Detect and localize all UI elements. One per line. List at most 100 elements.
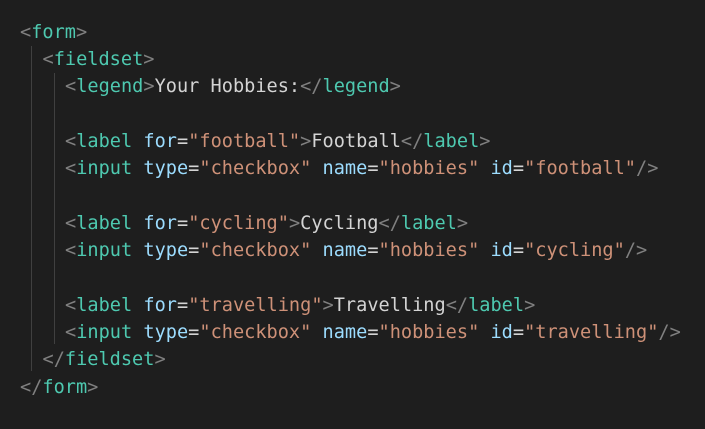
code-token-punc: < xyxy=(65,158,77,179)
code-token-punc: > xyxy=(389,76,401,97)
code-token-ws xyxy=(479,322,490,343)
code-line[interactable]: <label for="travelling">Travelling</labe… xyxy=(65,292,535,319)
code-token-eq: = xyxy=(512,240,525,261)
code-token-eq: = xyxy=(512,322,525,343)
code-token-punc: < xyxy=(65,131,77,152)
code-token-attr: type xyxy=(143,158,189,179)
code-token-eq: = xyxy=(367,158,379,179)
code-token-str: "checkbox" xyxy=(199,322,312,343)
code-token-str: "hobbies" xyxy=(378,322,480,343)
code-token-tag: fieldset xyxy=(64,349,155,370)
code-token-punc: < xyxy=(65,240,77,261)
code-token-eq: = xyxy=(367,322,379,343)
code-token-attr: for xyxy=(143,131,177,152)
code-token-attr: id xyxy=(490,158,513,179)
code-token-punc: /> xyxy=(624,240,648,261)
code-token-ws xyxy=(479,240,490,261)
code-line[interactable]: <label for="cycling">Cycling</label> xyxy=(65,210,468,237)
code-line[interactable]: <form> xyxy=(20,19,87,46)
code-token-ws xyxy=(132,322,143,343)
code-token-punc: > xyxy=(524,295,536,316)
code-token-eq: = xyxy=(176,213,189,234)
indent-guide-form xyxy=(31,46,32,371)
code-token-eq: = xyxy=(188,158,200,179)
code-editor[interactable]: <form> <fieldset> <legend>Your Hobbies:</l… xyxy=(0,0,705,429)
code-line[interactable]: <label for="football">Football</label> xyxy=(65,128,490,155)
code-token-str: "checkbox" xyxy=(199,158,312,179)
code-line[interactable]: <input type="checkbox" name="hobbies" id… xyxy=(65,319,681,346)
code-token-attr: name xyxy=(322,322,368,343)
code-token-attr: type xyxy=(143,240,189,261)
code-token-tag: legend xyxy=(322,76,390,97)
code-token-punc: </ xyxy=(20,377,43,398)
code-token-txt: Football xyxy=(311,131,401,152)
code-token-attr: for xyxy=(143,213,177,234)
code-token-attr: type xyxy=(143,322,189,343)
code-token-punc: < xyxy=(65,76,77,97)
code-line[interactable]: <fieldset> xyxy=(43,46,155,73)
code-line[interactable]: </form> xyxy=(20,374,98,401)
code-token-tag: label xyxy=(76,295,133,316)
code-token-ws xyxy=(132,158,143,179)
code-token-attr: id xyxy=(490,322,513,343)
code-token-punc: < xyxy=(65,213,77,234)
code-token-tag: form xyxy=(31,22,76,43)
code-token-punc: > xyxy=(288,213,301,234)
code-token-eq: = xyxy=(176,295,189,316)
code-token-punc: > xyxy=(143,76,155,97)
code-token-tag: label xyxy=(76,131,133,152)
code-token-tag: legend xyxy=(76,76,144,97)
code-token-str: "cycling" xyxy=(524,240,625,261)
code-token-tag: fieldset xyxy=(53,49,144,70)
code-token-eq: = xyxy=(188,322,200,343)
code-token-punc: > xyxy=(87,377,99,398)
code-line[interactable]: <input type="checkbox" name="hobbies" id… xyxy=(65,155,658,182)
code-token-punc: < xyxy=(20,22,32,43)
code-token-punc: </ xyxy=(300,76,323,97)
code-token-tag: form xyxy=(42,377,88,398)
code-token-punc: </ xyxy=(400,131,424,152)
code-token-attr: name xyxy=(322,240,368,261)
code-token-str: "hobbies" xyxy=(378,158,480,179)
indent-guide-fieldset xyxy=(54,73,55,344)
code-token-str: "checkbox" xyxy=(199,240,312,261)
code-token-punc: < xyxy=(42,49,54,70)
code-token-ws xyxy=(132,131,143,152)
code-token-punc: > xyxy=(479,131,491,152)
code-token-str: "travelling" xyxy=(188,295,323,316)
code-token-ws xyxy=(132,295,143,316)
code-token-punc: > xyxy=(322,295,334,316)
code-token-str: "travelling" xyxy=(524,322,659,343)
code-token-punc: < xyxy=(65,322,77,343)
code-token-punc: > xyxy=(143,49,155,70)
code-token-punc: > xyxy=(75,22,88,43)
code-token-attr: id xyxy=(490,240,513,261)
code-token-tag: input xyxy=(76,322,133,343)
code-token-punc: > xyxy=(456,213,469,234)
code-token-ws xyxy=(311,158,322,179)
code-token-punc: /> xyxy=(636,158,659,179)
code-token-attr: name xyxy=(322,158,368,179)
code-token-punc: </ xyxy=(445,295,469,316)
code-line[interactable]: <legend>Your Hobbies:</legend> xyxy=(65,73,401,100)
code-token-txt: Cycling xyxy=(300,213,379,234)
code-token-tag: label xyxy=(76,213,133,234)
code-token-txt: Your Hobbies: xyxy=(154,76,301,97)
code-token-punc: < xyxy=(65,295,77,316)
code-line[interactable]: <input type="checkbox" name="hobbies" id… xyxy=(65,237,647,264)
code-token-txt: Travelling xyxy=(333,295,446,316)
code-token-tag: input xyxy=(76,158,133,179)
code-token-ws xyxy=(311,240,322,261)
code-token-ws xyxy=(132,213,143,234)
code-token-punc: /> xyxy=(658,322,681,343)
code-token-ws xyxy=(132,240,143,261)
code-token-tag: input xyxy=(76,240,133,261)
code-token-eq: = xyxy=(367,240,379,261)
code-token-str: "cycling" xyxy=(188,213,289,234)
code-token-attr: for xyxy=(143,295,177,316)
code-token-str: "football" xyxy=(188,131,301,152)
code-token-ws xyxy=(311,322,322,343)
code-line[interactable]: </fieldset> xyxy=(43,346,166,373)
code-token-str: "football" xyxy=(524,158,637,179)
code-token-eq: = xyxy=(188,240,200,261)
